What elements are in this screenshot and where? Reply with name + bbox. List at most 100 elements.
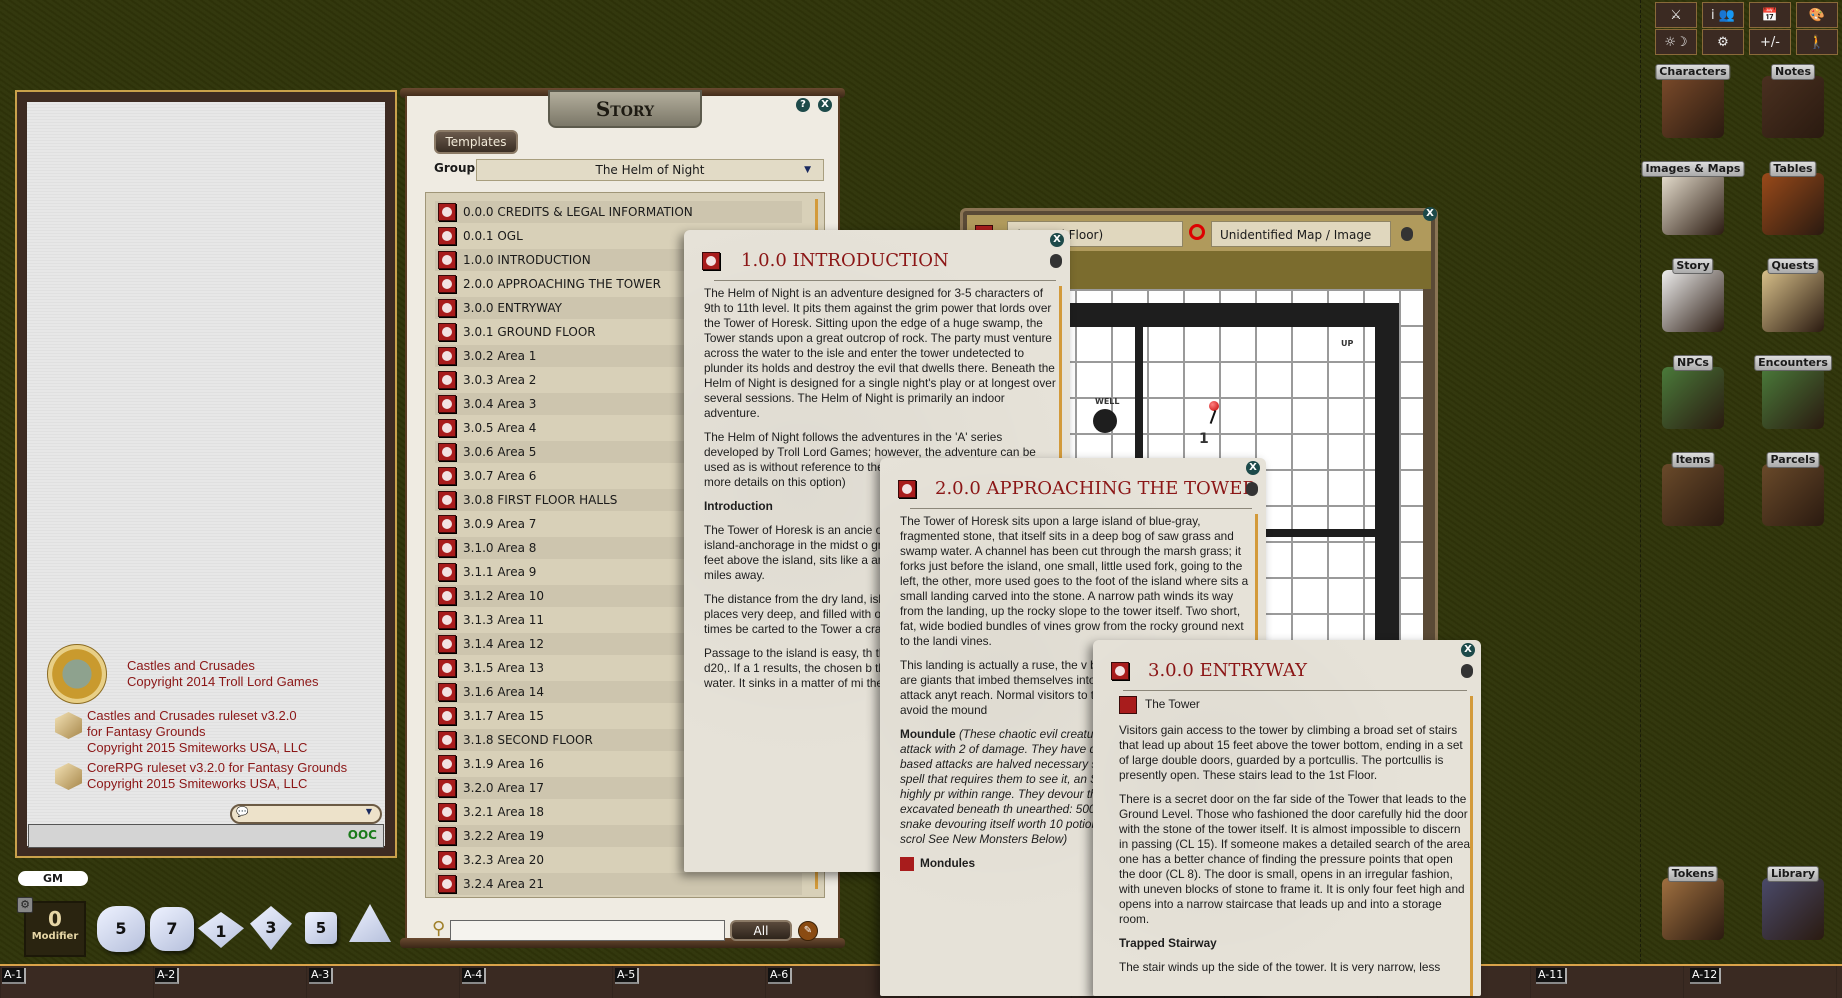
story-icon[interactable] <box>438 659 456 677</box>
map-pin[interactable] <box>1209 401 1219 411</box>
close-button[interactable]: X <box>1050 233 1064 247</box>
story-item-label: 0.0.1 OGL <box>463 229 523 243</box>
story-icon[interactable] <box>438 707 456 725</box>
effects-button[interactable]: 🚶 <box>1796 29 1838 55</box>
calendar-button[interactable]: 📅 <box>1749 2 1791 28</box>
sidebar-item-library[interactable]: Library <box>1751 862 1835 956</box>
sidebar-item-story[interactable]: Story <box>1651 254 1735 348</box>
hotkey-slot[interactable]: A-3 <box>309 968 334 984</box>
story-icon[interactable] <box>438 395 456 413</box>
story-icon[interactable] <box>438 515 456 533</box>
lock-icon[interactable] <box>1246 482 1258 496</box>
chat-input[interactable]: OOC <box>28 824 384 848</box>
story-icon[interactable] <box>438 731 456 749</box>
hotkey-slot[interactable]: A-12 <box>1690 968 1722 984</box>
modifiers-button[interactable]: +/- <box>1749 29 1791 55</box>
story-icon[interactable] <box>438 203 456 221</box>
hotkey-slot[interactable]: A-6 <box>768 968 793 984</box>
story-icon[interactable] <box>438 419 456 437</box>
d4-die[interactable] <box>349 904 391 942</box>
identity-badge[interactable]: GM <box>18 871 88 886</box>
sidebar-item-label: Parcels <box>1766 452 1820 468</box>
modifier-gear-icon[interactable]: ⚙ <box>17 897 33 913</box>
credit-line: Castles and Crusades <box>127 658 255 673</box>
lock-icon[interactable] <box>1050 254 1062 268</box>
link-row[interactable]: The Tower <box>1119 696 1471 714</box>
story-item-label: 3.1.7 Area 15 <box>463 709 545 723</box>
combat-tracker-button[interactable]: ⚔ <box>1655 2 1697 28</box>
sidebar-item-tokens[interactable]: Tokens <box>1651 862 1735 956</box>
close-button[interactable]: X <box>1246 461 1260 475</box>
sidebar-item-characters[interactable]: Characters <box>1651 60 1735 154</box>
story-icon[interactable] <box>438 827 456 845</box>
close-button[interactable]: X <box>1423 207 1437 221</box>
story-icon[interactable] <box>438 251 456 269</box>
help-button[interactable]: ? <box>796 98 810 112</box>
lock-icon[interactable] <box>1461 664 1473 678</box>
story-icon[interactable] <box>438 323 456 341</box>
d8-die[interactable]: 3 <box>250 906 292 950</box>
sidebar-item-parcels[interactable]: Parcels <box>1751 448 1835 542</box>
edit-icon[interactable]: ✎ <box>798 921 818 941</box>
story-icon[interactable] <box>438 371 456 389</box>
story-icon[interactable] <box>438 443 456 461</box>
d20-die[interactable]: 5 <box>97 906 145 952</box>
ooc-toggle[interactable]: OOC <box>348 828 377 842</box>
story-icon[interactable] <box>438 227 456 245</box>
story-item-label: 3.0.7 Area 6 <box>463 469 537 483</box>
group-value: The Helm of Night <box>595 163 705 177</box>
not-identified-icon[interactable] <box>1189 224 1205 240</box>
chat-mode-dropdown[interactable]: 💬 ▼ <box>230 804 382 824</box>
story-icon[interactable] <box>438 779 456 797</box>
story-list-item[interactable]: 0.0.0 CREDITS & LEGAL INFORMATION <box>435 201 802 223</box>
story-icon[interactable] <box>438 635 456 653</box>
group-dropdown[interactable]: The Helm of Night ▼ <box>476 159 824 181</box>
modifier-box[interactable]: 0 Modifier <box>24 901 86 957</box>
sidebar-item-notes[interactable]: Notes <box>1751 60 1835 154</box>
story-list-item[interactable]: 3.2.4 Area 21 <box>435 873 802 895</box>
sidebar-item-quests[interactable]: Quests <box>1751 254 1835 348</box>
chat-log[interactable]: Castles and Crusades Copyright 2014 Trol… <box>27 102 385 846</box>
sidebar-item-npcs[interactable]: NPCs <box>1651 351 1735 445</box>
d10-die[interactable]: 1 <box>198 912 244 948</box>
story-icon[interactable] <box>438 611 456 629</box>
hotkey-slot[interactable]: A-5 <box>615 968 640 984</box>
sidebar-item-items[interactable]: Items <box>1651 448 1735 542</box>
lock-icon[interactable] <box>1401 227 1413 241</box>
story-icon[interactable] <box>438 491 456 509</box>
story-icon[interactable] <box>438 683 456 701</box>
options-button[interactable]: ⚙ <box>1702 29 1744 55</box>
search-input[interactable] <box>450 920 725 941</box>
story-icon[interactable] <box>438 347 456 365</box>
hotkey-slot[interactable]: A-2 <box>155 968 180 984</box>
story-icon[interactable] <box>438 563 456 581</box>
templates-button[interactable]: Templates <box>434 130 518 154</box>
d6-die[interactable]: 5 <box>305 912 337 944</box>
close-button[interactable]: X <box>818 98 832 112</box>
filter-all-button[interactable]: All <box>730 920 792 941</box>
story-icon[interactable] <box>438 875 456 893</box>
story-icon[interactable] <box>438 539 456 557</box>
colors-button[interactable]: 🎨 <box>1796 2 1838 28</box>
story-icon[interactable] <box>438 803 456 821</box>
tokens-icon <box>1662 878 1724 940</box>
story-icon[interactable] <box>438 275 456 293</box>
story-title: Story <box>548 90 702 128</box>
sidebar-item-images-maps[interactable]: Images & Maps <box>1641 157 1745 251</box>
lighting-button[interactable]: ☼☽ <box>1655 29 1697 55</box>
story-icon[interactable] <box>438 467 456 485</box>
sidebar-item-encounters[interactable]: Encounters <box>1751 351 1835 445</box>
hotkey-slot[interactable]: A-1 <box>2 968 27 984</box>
sidebar-item-tables[interactable]: Tables <box>1751 157 1835 251</box>
d12-die[interactable]: 7 <box>150 907 194 951</box>
story-icon[interactable] <box>438 299 456 317</box>
entry-text[interactable]: The Tower Visitors gain access to the to… <box>1119 696 1471 984</box>
hotkey-slot[interactable]: A-4 <box>462 968 487 984</box>
story-icon[interactable] <box>438 851 456 869</box>
hotkey-slot[interactable]: A-11 <box>1536 968 1568 984</box>
story-icon[interactable] <box>438 587 456 605</box>
nonid-name-field[interactable]: Unidentified Map / Image <box>1211 221 1391 247</box>
close-button[interactable]: X <box>1461 643 1475 657</box>
party-sheet-button[interactable]: i 👥 <box>1702 2 1744 28</box>
story-icon[interactable] <box>438 755 456 773</box>
